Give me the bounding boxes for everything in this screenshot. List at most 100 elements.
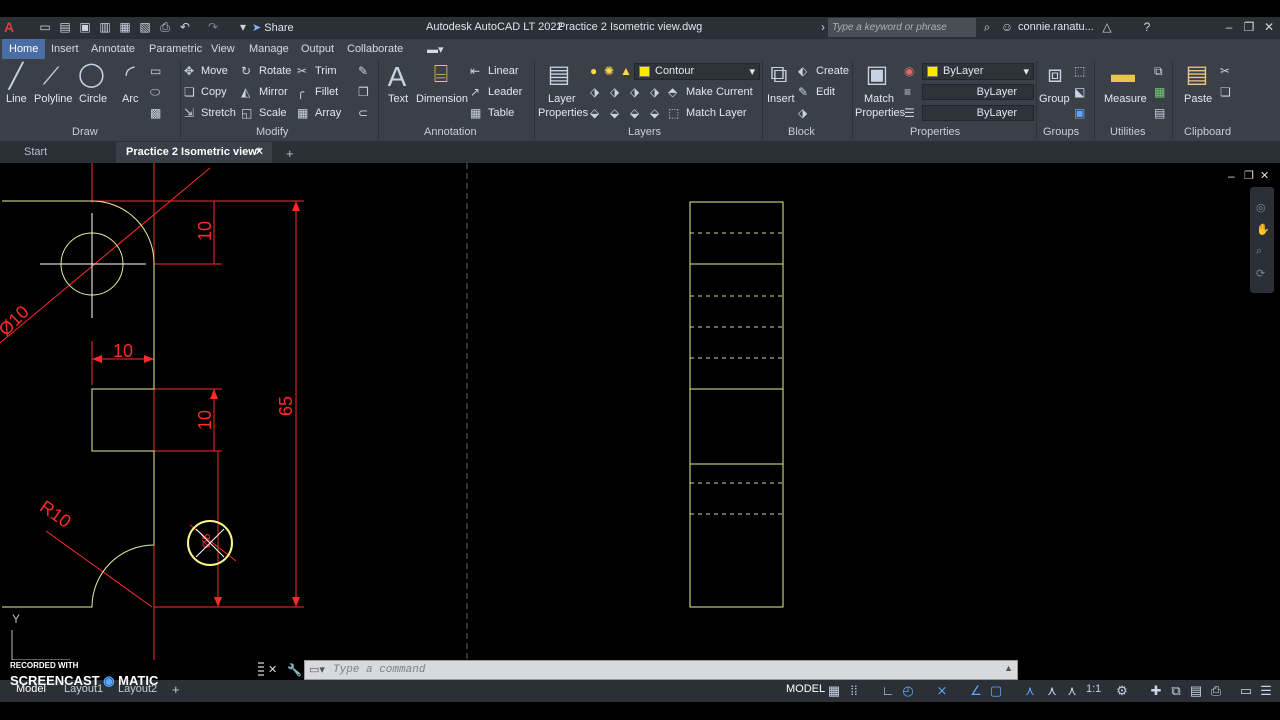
tab-active-drawing[interactable]: Practice 2 Isometric view* ✕	[116, 142, 272, 163]
clean-screen-icon[interactable]: ▭	[1238, 684, 1254, 698]
drawing-canvas[interactable]: 10 10 10 65 Ø10 R10 Ø5 Y – ❐ ✕ ◎ ✋ ⌕ ⟳	[0, 163, 1280, 660]
units-icon[interactable]: ⧉	[1168, 684, 1184, 698]
new-file-icon[interactable]: ▭	[38, 20, 52, 34]
trim-icon[interactable]: ✂	[297, 65, 307, 77]
auto-scale-icon[interactable]: ⋏	[1044, 684, 1060, 698]
autodesk-app-store-icon[interactable]: △	[1100, 20, 1114, 34]
command-history-icon[interactable]: ▭▾	[309, 663, 325, 676]
line-icon[interactable]: ╱	[6, 65, 26, 89]
explode-icon[interactable]: ❐	[358, 86, 369, 98]
ortho-icon[interactable]: ∟	[880, 684, 896, 698]
scale-icon[interactable]: ◱	[241, 107, 252, 119]
tab-manage[interactable]: Manage	[242, 39, 296, 59]
block-attribute-icon[interactable]: ⬗	[798, 107, 807, 119]
utilities-panel-title[interactable]: Utilities	[1110, 126, 1145, 140]
mirror-button[interactable]: Mirror	[259, 86, 288, 98]
annotation-scale-icon[interactable]: ⋏	[1064, 684, 1080, 698]
match-properties-icon[interactable]: ▣	[864, 63, 890, 87]
polyline-icon[interactable]: ⟋	[40, 65, 62, 89]
make-current-icon[interactable]: ⬘	[668, 86, 677, 98]
measure-button[interactable]: Measure	[1104, 93, 1147, 105]
layer-tool-icon[interactable]: ⬙	[650, 107, 659, 119]
layer-properties-label-2[interactable]: Properties	[538, 107, 588, 119]
tab-view[interactable]: View	[204, 39, 242, 59]
model-space-button[interactable]: MODEL	[786, 683, 825, 695]
make-current-button[interactable]: Make Current	[686, 86, 753, 98]
linear-button[interactable]: Linear	[488, 65, 519, 77]
command-handle[interactable]	[258, 662, 264, 678]
annotation-monitor-icon[interactable]: ✚	[1148, 684, 1164, 698]
properties-panel-title[interactable]: Properties	[910, 126, 960, 140]
erase-icon[interactable]: ✎	[358, 65, 368, 77]
clipboard-panel-title[interactable]: Clipboard	[1184, 126, 1231, 140]
command-close-icon[interactable]: ✕	[268, 663, 277, 676]
polar-tracking-icon[interactable]: ◴	[900, 684, 916, 698]
steering-wheel-icon[interactable]: ◎	[1256, 201, 1266, 214]
trim-button[interactable]: Trim	[315, 65, 337, 77]
tab-insert[interactable]: Insert	[44, 39, 86, 59]
viewport-minimize-icon[interactable]: –	[1228, 169, 1235, 183]
match-properties-label-2[interactable]: Properties	[855, 107, 905, 119]
id-point-icon[interactable]: ▦	[1154, 86, 1165, 98]
ungroup-icon[interactable]: ⬚	[1074, 65, 1085, 77]
layer-lock-icon[interactable]: ▲	[620, 65, 632, 77]
color-dropdown[interactable]: ByLayer ▾	[922, 63, 1034, 80]
command-line[interactable]: ▭▾ Type a command ▲	[304, 660, 1018, 680]
lineweight-dropdown[interactable]: ByLayer	[922, 84, 1034, 100]
search-icon[interactable]: ⌕	[980, 20, 994, 34]
edit-button[interactable]: Edit	[816, 86, 835, 98]
paste-button[interactable]: Paste	[1184, 93, 1212, 105]
layer-freeze-icon[interactable]: ✺	[604, 65, 614, 77]
linetype-dropdown[interactable]: ByLayer	[922, 105, 1034, 121]
text-icon[interactable]: A	[386, 63, 408, 91]
grid-icon[interactable]: ▦	[826, 684, 842, 698]
group-select-icon[interactable]: ▣	[1074, 107, 1085, 119]
app-logo[interactable]: A	[4, 19, 14, 35]
polyline-button[interactable]: Polyline	[34, 93, 73, 105]
match-layer-button[interactable]: Match Layer	[686, 107, 747, 119]
restore-icon[interactable]: ❐	[1242, 20, 1256, 34]
group-edit-icon[interactable]: ⬕	[1074, 86, 1085, 98]
user-icon[interactable]: ☺	[1000, 20, 1014, 34]
save-icon[interactable]: ▣	[78, 20, 92, 34]
mirror-icon[interactable]: ◭	[241, 86, 250, 98]
layer-properties-label-1[interactable]: Layer	[548, 93, 576, 105]
layer-tool-icon[interactable]: ⬗	[610, 86, 619, 98]
tab-parametric[interactable]: Parametric	[142, 39, 209, 59]
stretch-button[interactable]: Stretch	[201, 107, 236, 119]
text-button[interactable]: Text	[388, 93, 408, 105]
lineweight-icon[interactable]: ≡	[904, 86, 911, 98]
orbit-icon[interactable]: ⟳	[1256, 267, 1265, 280]
save-as-icon[interactable]: ▥	[98, 20, 112, 34]
color-wheel-icon[interactable]: ◉	[904, 65, 914, 77]
fillet-button[interactable]: Fillet	[315, 86, 338, 98]
group-icon[interactable]: ⧈	[1042, 63, 1068, 87]
help-icon[interactable]: ?	[1140, 20, 1154, 34]
minimize-icon[interactable]: –	[1222, 20, 1236, 34]
cloud-save-icon[interactable]: ▦	[118, 20, 132, 34]
modify-panel-title[interactable]: Modify	[256, 126, 288, 140]
command-input[interactable]: Type a command	[333, 664, 425, 676]
open-folder-icon[interactable]: ▤	[58, 20, 72, 34]
match-properties-label-1[interactable]: Match	[864, 93, 894, 105]
move-icon[interactable]: ✥	[184, 65, 194, 77]
navigation-bar[interactable]: ◎ ✋ ⌕ ⟳	[1250, 187, 1274, 293]
match-layer-icon[interactable]: ⬚	[668, 107, 679, 119]
export-icon[interactable]: ▧	[138, 20, 152, 34]
table-button[interactable]: Table	[488, 107, 514, 119]
tab-annotate[interactable]: Annotate	[84, 39, 142, 59]
layers-panel-title[interactable]: Layers	[628, 126, 661, 140]
zoom-icon[interactable]: ⌕	[1256, 245, 1262, 258]
search-input[interactable]: Type a keyword or phrase	[828, 18, 976, 37]
ribbon-toggle-icon[interactable]: ▬▾	[420, 39, 451, 59]
dimension-button[interactable]: Dimension	[416, 93, 468, 105]
object-snap-tracking-icon[interactable]: ∠	[968, 684, 984, 698]
linear-icon[interactable]: ⇤	[470, 65, 480, 77]
circle-button[interactable]: Circle	[79, 93, 107, 105]
rotate-icon[interactable]: ↻	[241, 65, 251, 77]
arc-icon[interactable]: ◜	[118, 63, 142, 87]
print-icon[interactable]: ⎙	[158, 20, 172, 34]
layer-dropdown[interactable]: Contour ▾	[634, 63, 760, 80]
dimension-icon[interactable]: ⌸	[428, 63, 454, 87]
annotation-visibility-icon[interactable]: ⋏	[1022, 684, 1038, 698]
